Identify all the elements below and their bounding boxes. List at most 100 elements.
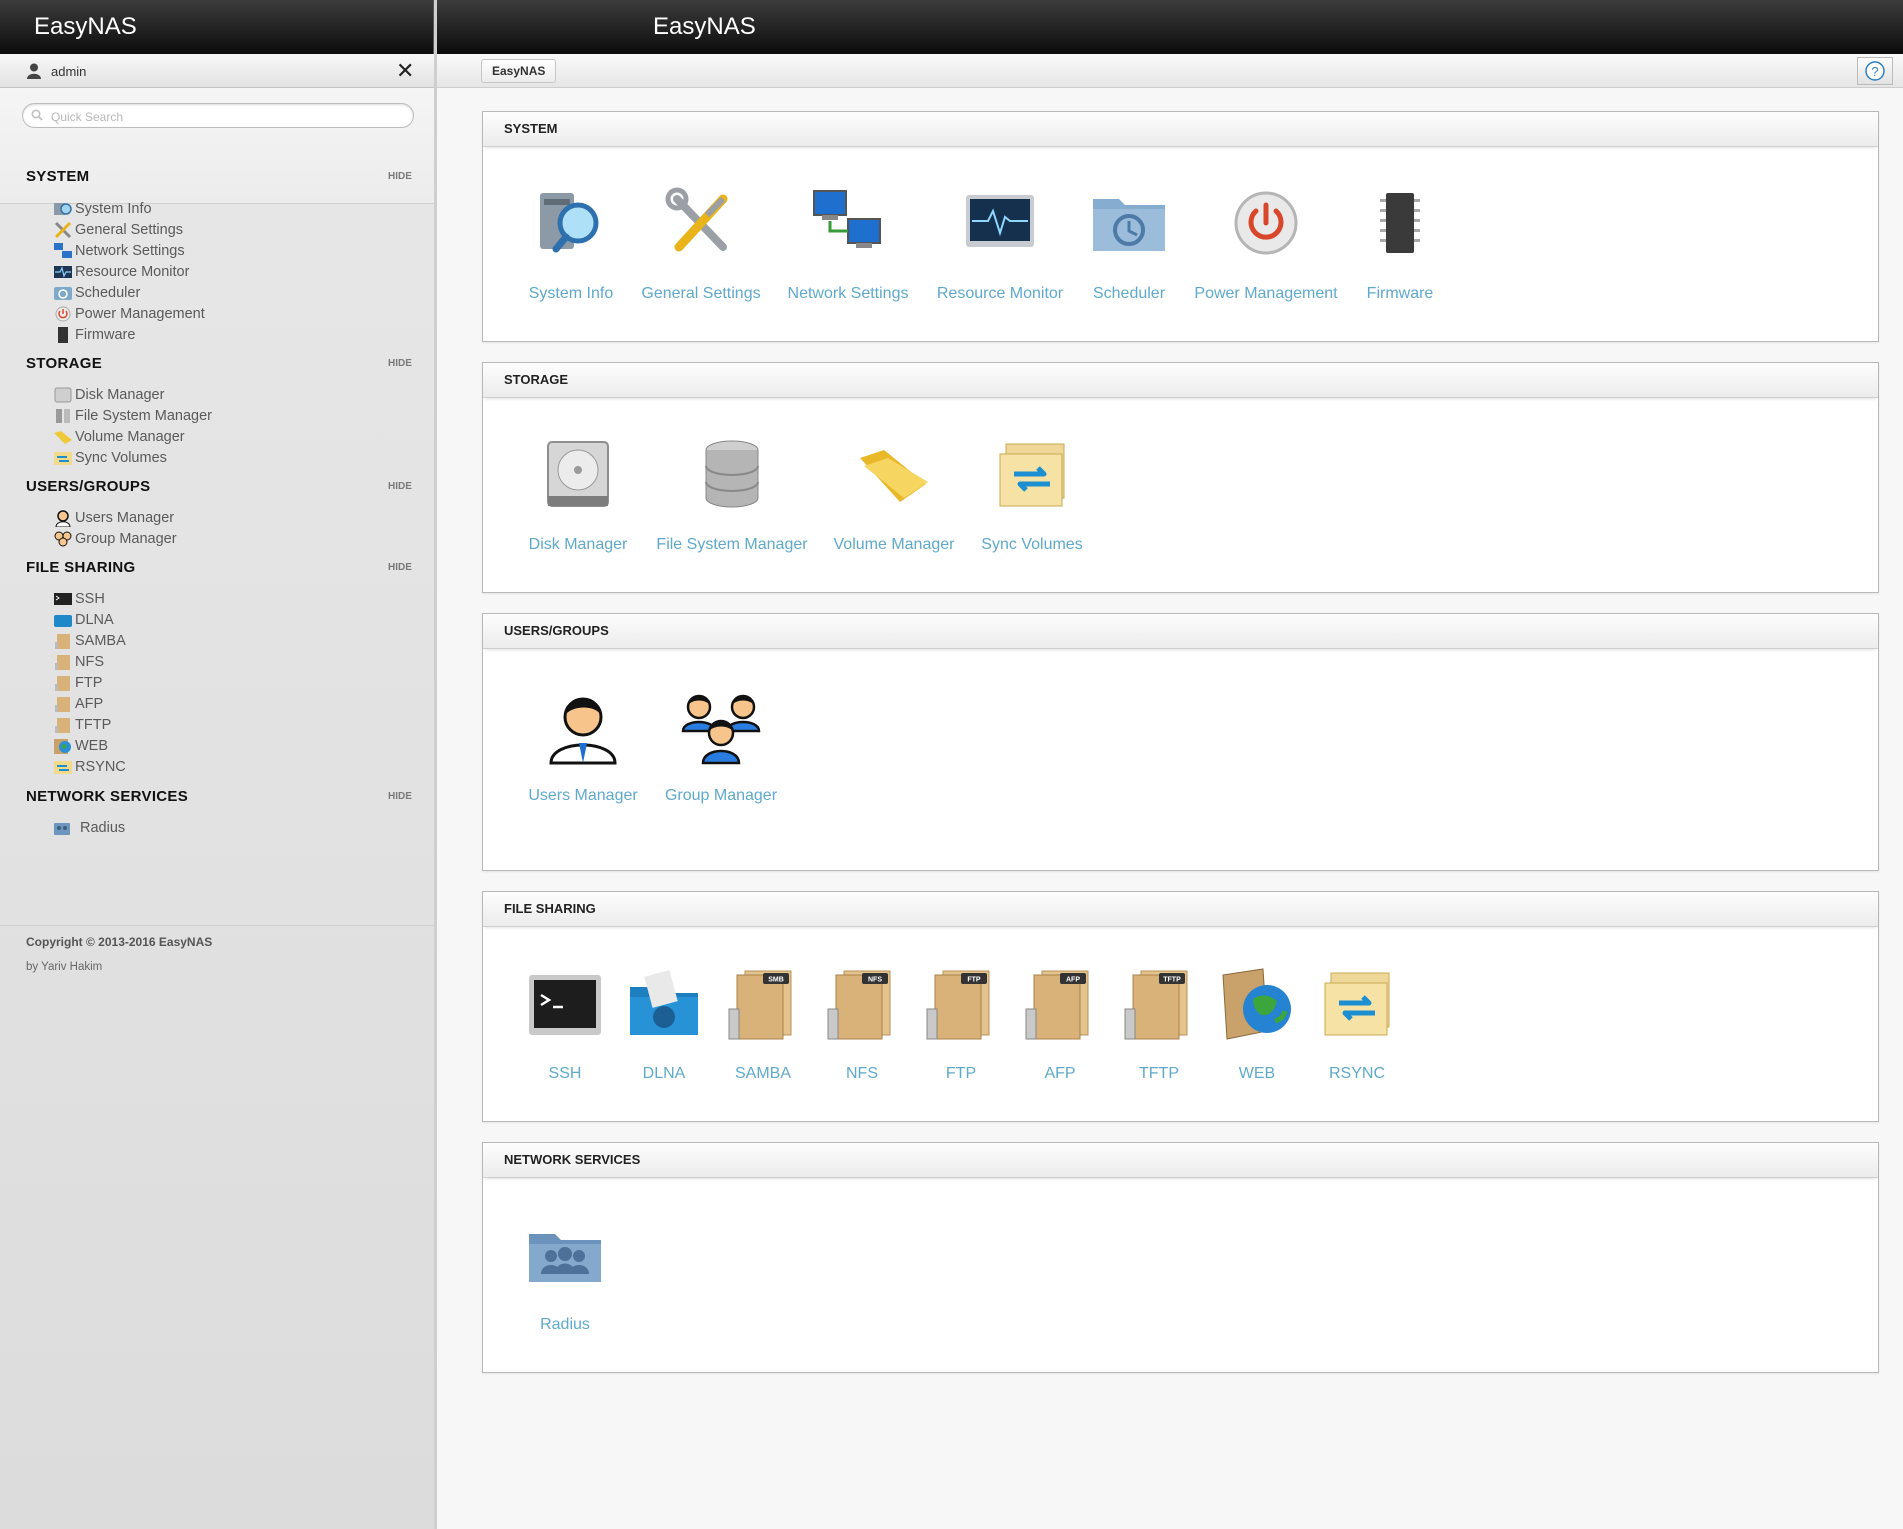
share-folder-icon bbox=[53, 716, 73, 734]
panel-storage: STORAGE Disk Manager File System Manager… bbox=[482, 362, 1879, 593]
search-icon bbox=[31, 109, 43, 121]
svg-text:?: ? bbox=[1871, 64, 1878, 79]
tile-label: AFP bbox=[1044, 1065, 1076, 1082]
share-folder-icon bbox=[53, 632, 73, 650]
sync-folder-icon bbox=[999, 443, 1065, 507]
hide-link[interactable]: HIDE bbox=[388, 562, 412, 573]
sidebar-item-samba[interactable]: SAMBA bbox=[53, 631, 126, 651]
tools-icon bbox=[665, 187, 728, 252]
sidebar-item-users-manager[interactable]: Users Manager bbox=[53, 508, 174, 528]
tile-label: File System Manager bbox=[656, 536, 808, 553]
sidebar-item-scheduler[interactable]: Scheduler bbox=[53, 283, 140, 303]
terminal-icon bbox=[529, 975, 601, 1035]
sidebar-item-file-system-manager[interactable]: File System Manager bbox=[53, 406, 212, 426]
footer-divider bbox=[0, 925, 434, 926]
tile-label: SSH bbox=[548, 1065, 582, 1082]
panel-users-groups: USERS/GROUPS Users Manager Group Manager bbox=[482, 613, 1879, 871]
sidebar-item-ssh[interactable]: SSH bbox=[53, 589, 105, 609]
share-folder-icon: NFS bbox=[827, 970, 891, 1040]
user-icon bbox=[549, 697, 617, 765]
sidebar-item-web[interactable]: WEB bbox=[53, 736, 108, 756]
sync-folder-icon bbox=[53, 758, 73, 776]
sidebar-item-label: Firmware bbox=[75, 327, 136, 343]
share-folder-icon bbox=[53, 653, 73, 671]
hide-link[interactable]: HIDE bbox=[388, 791, 412, 802]
tools-icon bbox=[53, 221, 73, 239]
database-icon bbox=[53, 407, 73, 425]
sidebar-item-radius[interactable]: Radius bbox=[52, 818, 125, 838]
breadcrumb: EasyNAS ? bbox=[437, 54, 1903, 88]
power-icon bbox=[1234, 191, 1298, 255]
sidebar-item-resource-monitor[interactable]: Resource Monitor bbox=[53, 262, 189, 282]
sidebar-item-dlna[interactable]: DLNA bbox=[53, 610, 114, 630]
search-box[interactable] bbox=[22, 103, 414, 128]
sidebar-item-firmware[interactable]: Firmware bbox=[53, 325, 135, 345]
close-icon[interactable]: ✕ bbox=[396, 58, 414, 84]
sidebar-item-label: Sync Volumes bbox=[75, 450, 167, 466]
sidebar-item-label: Disk Manager bbox=[75, 387, 165, 403]
clock-folder-icon bbox=[1093, 199, 1165, 251]
panel-title: USERS/GROUPS bbox=[483, 614, 1878, 649]
sidebar-item-label: AFP bbox=[75, 696, 104, 712]
sidebar-item-label: Power Management bbox=[75, 306, 205, 322]
sidebar-item-disk-manager[interactable]: Disk Manager bbox=[53, 385, 164, 405]
search-input[interactable] bbox=[49, 107, 403, 126]
sidebar-item-tftp[interactable]: TFTP bbox=[53, 715, 111, 735]
panel-system: SYSTEM System Info General Settings Netw… bbox=[482, 111, 1879, 342]
hide-link[interactable]: HIDE bbox=[388, 481, 412, 492]
sidebar-item-label: Network Settings bbox=[75, 243, 185, 259]
network-computers-icon bbox=[53, 242, 73, 260]
panel-title: NETWORK SERVICES bbox=[483, 1143, 1878, 1178]
help-button[interactable]: ? bbox=[1857, 57, 1893, 85]
clock-folder-icon bbox=[53, 284, 73, 302]
tile-label: SAMBA bbox=[734, 1065, 792, 1082]
user-name: admin bbox=[51, 64, 87, 79]
tile-label: FTP bbox=[945, 1065, 977, 1082]
hide-link[interactable]: HIDE bbox=[388, 171, 412, 182]
sidebar-item-label: System Info bbox=[75, 201, 152, 217]
sidebar-item-general-settings[interactable]: General Settings bbox=[53, 220, 183, 240]
media-folder-icon bbox=[630, 970, 698, 1035]
open-folder-icon bbox=[860, 450, 928, 502]
share-folder-icon: AFP bbox=[1025, 970, 1089, 1040]
computer-magnifier-icon bbox=[53, 200, 73, 218]
panel-title: STORAGE bbox=[483, 363, 1878, 398]
share-folder-icon bbox=[53, 674, 73, 692]
tile-label: RSYNC bbox=[1328, 1065, 1386, 1082]
share-folder-icon bbox=[53, 695, 73, 713]
sidebar-item-sync-volumes[interactable]: Sync Volumes bbox=[53, 448, 167, 468]
page-title: EasyNAS bbox=[437, 0, 1903, 54]
search-area bbox=[0, 88, 434, 204]
group-icon bbox=[53, 530, 73, 548]
tile-label: WEB bbox=[1238, 1065, 1276, 1082]
nav-section-title: NETWORK SERVICES bbox=[26, 788, 189, 805]
sidebar-item-label: FTP bbox=[75, 675, 103, 691]
sidebar-item-label: TFTP bbox=[75, 717, 112, 733]
panel-file-sharing: FILE SHARING SSH DLNA SMB SAMBA NFS NFS … bbox=[482, 891, 1879, 1122]
tile-label: Resource Monitor bbox=[936, 285, 1064, 302]
sidebar-item-label: Radius bbox=[80, 820, 126, 836]
sidebar-item-nfs[interactable]: NFS bbox=[53, 652, 104, 672]
sidebar-item-label: Group Manager bbox=[75, 531, 177, 547]
sidebar-item-label: Users Manager bbox=[75, 510, 175, 526]
tile-label: Sync Volumes bbox=[981, 536, 1083, 553]
hide-link[interactable]: HIDE bbox=[388, 358, 412, 369]
breadcrumb-item-home[interactable]: EasyNAS bbox=[481, 59, 557, 83]
user-icon bbox=[53, 509, 73, 528]
sidebar-item-power-management[interactable]: Power Management bbox=[53, 304, 205, 324]
globe-box-icon bbox=[53, 737, 73, 755]
sidebar-item-label: SAMBA bbox=[75, 633, 126, 649]
sidebar-item-system-info[interactable]: System Info bbox=[53, 199, 152, 219]
sidebar-item-group-manager[interactable]: Group Manager bbox=[53, 529, 177, 549]
nav-section-title: SYSTEM bbox=[26, 168, 90, 185]
sidebar-item-volume-manager[interactable]: Volume Manager bbox=[53, 427, 185, 447]
folder-badge: FTP bbox=[967, 977, 981, 984]
sidebar-item-rsync[interactable]: RSYNC bbox=[53, 757, 126, 777]
nav-section-title: FILE SHARING bbox=[26, 559, 136, 576]
folder-badge: NFS bbox=[868, 977, 882, 984]
sidebar-item-ftp[interactable]: FTP bbox=[53, 673, 102, 693]
media-folder-icon bbox=[53, 611, 73, 629]
tile-label: Users Manager bbox=[528, 787, 638, 804]
sidebar-item-network-settings[interactable]: Network Settings bbox=[53, 241, 185, 261]
sidebar-item-afp[interactable]: AFP bbox=[53, 694, 103, 714]
